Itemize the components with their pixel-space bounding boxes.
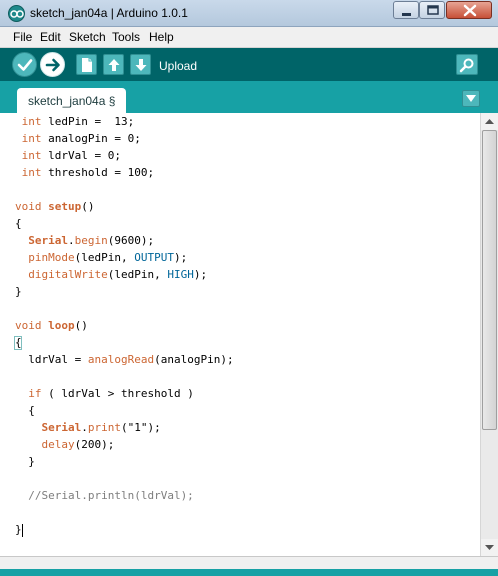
code-line: int analogPin = 0;: [0, 130, 480, 147]
maximize-button[interactable]: [419, 1, 445, 19]
menu-bar: File Edit Sketch Tools Help: [0, 27, 498, 48]
new-file-icon: [82, 58, 92, 72]
menu-edit[interactable]: Edit: [40, 30, 61, 44]
code-line: ldrVal = analogRead(analogPin);: [0, 351, 480, 368]
triangle-down-icon: [466, 95, 476, 102]
line-text: int analogPin = 0;: [21, 132, 141, 145]
code-line: {: [0, 215, 480, 232]
code-line: void setup(): [0, 198, 480, 215]
code-line: }: [0, 521, 480, 538]
text-caret: [21, 523, 23, 537]
upload-button[interactable]: [40, 52, 65, 77]
serial-monitor-button[interactable]: [456, 54, 478, 75]
line-text: }: [15, 285, 22, 298]
code-line: int ldrVal = 0;: [0, 147, 480, 164]
code-editor[interactable]: int ledPin = 13; int analogPin = 0; int …: [0, 113, 480, 556]
code-line: }: [0, 453, 480, 470]
code-line: digitalWrite(ledPin, HIGH);: [0, 266, 480, 283]
menu-help[interactable]: Help: [149, 30, 174, 44]
line-text: }: [15, 455, 35, 468]
close-button[interactable]: [446, 1, 492, 19]
open-button[interactable]: [103, 54, 124, 75]
close-icon: [463, 4, 477, 17]
code-line: }: [0, 283, 480, 300]
toolbar: Upload: [0, 48, 498, 81]
scroll-up-arrow-icon: [485, 119, 494, 124]
up-arrow-icon: [108, 59, 120, 71]
new-button[interactable]: [76, 54, 97, 75]
menu-sketch[interactable]: Sketch: [69, 30, 106, 44]
scroll-thumb[interactable]: [482, 130, 497, 430]
line-text: pinMode(ledPin, OUTPUT);: [28, 251, 188, 264]
code-line: pinMode(ledPin, OUTPUT);: [0, 249, 480, 266]
line-text: {: [15, 404, 35, 417]
code-text: int ledPin = 13; int analogPin = 0; int …: [0, 113, 480, 538]
code-line: {: [0, 402, 480, 419]
code-line: int threshold = 100;: [0, 164, 480, 181]
code-line: if ( ldrVal > threshold ): [0, 385, 480, 402]
line-text: digitalWrite(ledPin, HIGH);: [28, 268, 208, 281]
tab-sketch[interactable]: sketch_jan04a §: [17, 88, 126, 113]
minimize-button[interactable]: [393, 1, 419, 19]
scroll-down-button[interactable]: [481, 539, 498, 556]
code-line: Serial.begin(9600);: [0, 232, 480, 249]
line-text: if ( ldrVal > threshold ): [28, 387, 194, 400]
line-text: int ledPin = 13;: [21, 115, 135, 128]
status-bar: [0, 569, 498, 576]
line-text: //Serial.println(ldrVal);: [15, 489, 194, 502]
code-line: int ledPin = 13;: [0, 113, 480, 130]
checkmark-icon: [17, 59, 33, 71]
right-arrow-icon: [45, 58, 60, 72]
tab-menu-button[interactable]: [462, 90, 480, 107]
line-text: Serial.print("1");: [41, 421, 161, 434]
toolbar-hover-label: Upload: [159, 59, 198, 73]
vertical-scrollbar[interactable]: [480, 113, 498, 556]
line-text: int threshold = 100;: [21, 166, 155, 179]
code-line: //Serial.println(ldrVal);: [0, 487, 480, 504]
menu-file[interactable]: File: [13, 30, 32, 44]
line-text: delay(200);: [41, 438, 115, 451]
down-arrow-icon: [135, 59, 147, 71]
tab-label: sketch_jan04a §: [28, 94, 116, 108]
line-text: Serial.begin(9600);: [28, 234, 155, 247]
minimize-icon: [402, 13, 411, 16]
line-text: {: [15, 217, 22, 230]
tab-bar: sketch_jan04a §: [0, 81, 498, 113]
verify-button[interactable]: [12, 52, 37, 77]
title-bar: sketch_jan04a | Arduino 1.0.1: [0, 0, 498, 27]
code-line: delay(200);: [0, 436, 480, 453]
scroll-up-button[interactable]: [481, 113, 498, 130]
bracket-highlight: [14, 336, 22, 350]
arduino-logo-icon: [8, 5, 25, 22]
line-text: int ldrVal = 0;: [21, 149, 121, 162]
line-text: }: [15, 523, 22, 536]
line-text: ldrVal = analogRead(analogPin);: [15, 353, 234, 366]
scroll-down-arrow-icon: [485, 545, 494, 550]
code-line: void loop(): [0, 317, 480, 334]
line-text: void setup(): [15, 200, 95, 213]
code-line: {: [0, 334, 480, 351]
window-title: sketch_jan04a | Arduino 1.0.1: [30, 6, 188, 20]
menu-tools[interactable]: Tools: [112, 30, 140, 44]
save-button[interactable]: [130, 54, 151, 75]
maximize-icon: [427, 5, 439, 15]
magnifier-icon: [459, 58, 474, 73]
line-text: void loop(): [15, 319, 88, 332]
code-line: Serial.print("1");: [0, 419, 480, 436]
